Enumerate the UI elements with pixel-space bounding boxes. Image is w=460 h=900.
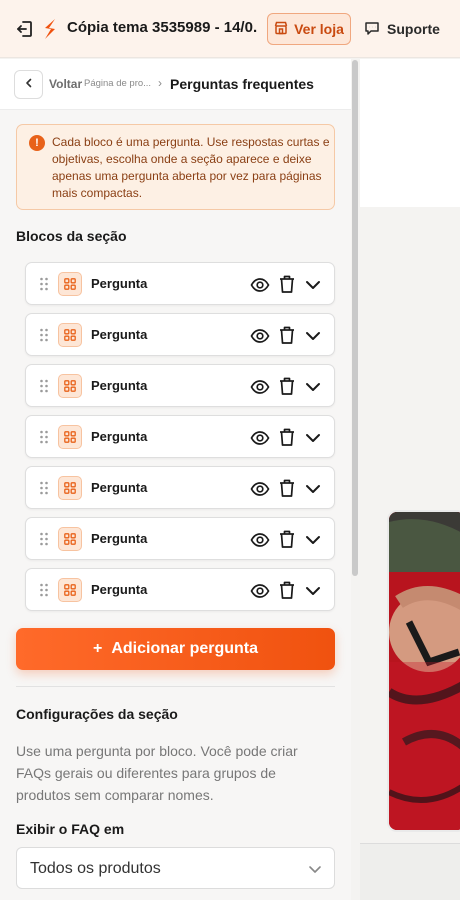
panel-scrollbar[interactable] xyxy=(352,60,358,576)
chevron-left-icon xyxy=(23,76,35,94)
chat-icon xyxy=(364,20,380,39)
plus-icon: + xyxy=(92,640,103,657)
eye-icon[interactable] xyxy=(250,581,270,601)
settings-section-title: Configurações da seção xyxy=(16,706,178,722)
eye-icon[interactable] xyxy=(250,530,270,550)
block-label: Pergunta xyxy=(91,582,148,597)
divider xyxy=(16,686,335,687)
blocks-section-title: Blocos da seção xyxy=(16,228,127,244)
chevron-down-icon[interactable] xyxy=(303,530,323,550)
add-question-button[interactable]: + Adicionar pergunta xyxy=(16,628,335,670)
drag-handle-icon[interactable] xyxy=(39,328,49,342)
preview-header-area xyxy=(360,59,460,207)
info-text: Cada bloco é uma pergunta. Use respostas… xyxy=(52,135,330,200)
drag-handle-icon[interactable] xyxy=(39,379,49,393)
drag-handle-icon[interactable] xyxy=(39,583,49,597)
support-button[interactable]: Suporte xyxy=(364,13,440,45)
question-block[interactable]: Pergunta xyxy=(25,313,335,356)
trash-icon[interactable] xyxy=(278,274,296,294)
app-logo-icon xyxy=(42,17,58,41)
trash-icon[interactable] xyxy=(278,580,296,600)
block-grid-icon xyxy=(58,476,82,500)
chevron-down-icon[interactable] xyxy=(303,428,323,448)
preview-product-image xyxy=(387,510,460,832)
question-block[interactable]: Pergunta xyxy=(25,364,335,407)
question-block[interactable]: Pergunta xyxy=(25,415,335,458)
alert-icon: ! xyxy=(29,135,45,151)
question-block[interactable]: Pergunta xyxy=(25,517,335,560)
question-block[interactable]: Pergunta xyxy=(25,568,335,611)
back-label[interactable]: Voltar xyxy=(49,77,82,91)
chevron-down-icon[interactable] xyxy=(303,479,323,499)
drag-handle-icon[interactable] xyxy=(39,430,49,444)
info-alert: ! Cada bloco é uma pergunta. Use respost… xyxy=(16,124,335,210)
eye-icon[interactable] xyxy=(250,428,270,448)
block-label: Pergunta xyxy=(91,480,148,495)
block-grid-icon xyxy=(58,527,82,551)
back-button[interactable] xyxy=(14,70,43,99)
breadcrumb: Voltar Página de pro... › Perguntas freq… xyxy=(0,59,351,110)
preview-footer-area xyxy=(360,843,460,900)
block-grid-icon xyxy=(58,374,82,398)
show-faq-label: Exibir o FAQ em xyxy=(16,821,125,837)
add-question-label: Adicionar pergunta xyxy=(111,640,259,657)
eye-icon[interactable] xyxy=(250,377,270,397)
question-block[interactable]: Pergunta xyxy=(25,262,335,305)
theme-title: Cópia tema 3535989 - 14/0... xyxy=(67,19,257,36)
block-label: Pergunta xyxy=(91,429,148,444)
trash-icon[interactable] xyxy=(278,529,296,549)
drag-handle-icon[interactable] xyxy=(39,481,49,495)
drag-handle-icon[interactable] xyxy=(39,532,49,546)
eye-icon[interactable] xyxy=(250,275,270,295)
block-grid-icon xyxy=(58,323,82,347)
page-title: Perguntas frequentes xyxy=(170,76,314,92)
trash-icon[interactable] xyxy=(278,325,296,345)
trash-icon[interactable] xyxy=(278,376,296,396)
block-label: Pergunta xyxy=(91,531,148,546)
settings-help-text: Use uma pergunta por bloco. Você pode cr… xyxy=(16,743,298,803)
chevron-down-icon[interactable] xyxy=(303,377,323,397)
show-faq-value: Todos os produtos xyxy=(30,860,161,877)
exit-icon[interactable] xyxy=(14,18,36,40)
trash-icon[interactable] xyxy=(278,427,296,447)
chevron-down-icon[interactable] xyxy=(303,275,323,295)
chevron-down-icon[interactable] xyxy=(303,326,323,346)
show-faq-select[interactable]: Todos os produtos xyxy=(16,847,335,889)
top-bar: Cópia tema 3535989 - 14/0... Ver loja Su… xyxy=(0,0,460,58)
support-label: Suporte xyxy=(387,21,440,37)
drag-handle-icon[interactable] xyxy=(39,277,49,291)
trash-icon[interactable] xyxy=(278,478,296,498)
block-grid-icon xyxy=(58,272,82,296)
view-store-label: Ver loja xyxy=(294,21,344,37)
block-grid-icon xyxy=(58,425,82,449)
block-label: Pergunta xyxy=(91,327,148,342)
view-store-button[interactable]: Ver loja xyxy=(267,13,351,45)
eye-icon[interactable] xyxy=(250,326,270,346)
question-block[interactable]: Pergunta xyxy=(25,466,335,509)
breadcrumb-parent[interactable]: Página de pro... xyxy=(84,78,151,89)
block-label: Pergunta xyxy=(91,378,148,393)
chevron-down-icon[interactable] xyxy=(303,581,323,601)
store-icon xyxy=(274,21,288,38)
eye-icon[interactable] xyxy=(250,479,270,499)
block-grid-icon xyxy=(58,578,82,602)
breadcrumb-separator: › xyxy=(158,76,162,90)
settings-panel: Voltar Página de pro... › Perguntas freq… xyxy=(0,59,351,900)
block-label: Pergunta xyxy=(91,276,148,291)
chevron-down-icon xyxy=(305,859,325,879)
